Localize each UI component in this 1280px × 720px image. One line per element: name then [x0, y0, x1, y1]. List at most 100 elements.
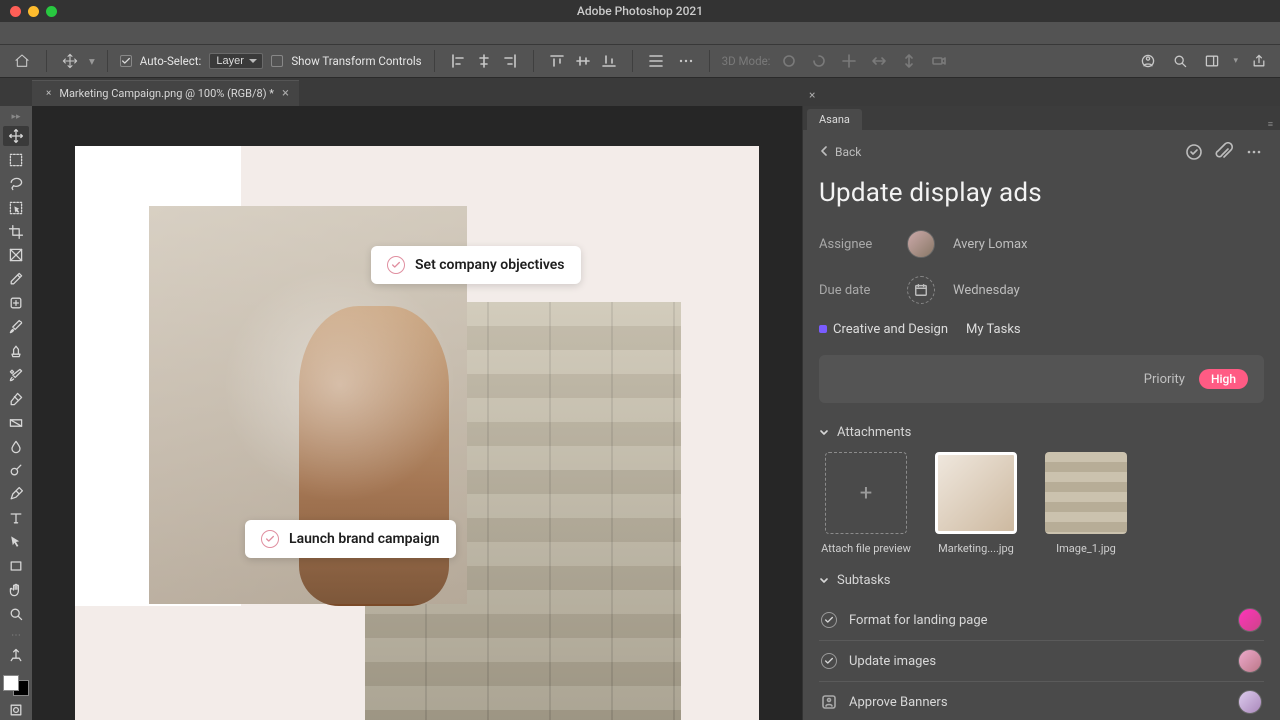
- eyedropper-tool-icon[interactable]: [3, 269, 29, 289]
- color-swatches[interactable]: [3, 675, 29, 697]
- attachment-thumbnail[interactable]: [935, 452, 1017, 534]
- document-tab-label: Marketing Campaign.png @ 100% (RGB/8) *: [59, 87, 274, 100]
- 3d-orbit-icon: [778, 50, 800, 72]
- marquee-tool-icon[interactable]: [3, 150, 29, 170]
- attachment-caption: Marketing....jpg: [938, 542, 1014, 555]
- subtask-label: Update images: [849, 654, 936, 669]
- dodge-tool-icon[interactable]: [3, 460, 29, 480]
- blur-tool-icon[interactable]: [3, 437, 29, 457]
- due-date-value[interactable]: Wednesday: [953, 283, 1020, 298]
- attachment-thumbnail[interactable]: [1045, 452, 1127, 534]
- subtask-label: Format for landing page: [849, 613, 988, 628]
- add-attachment-button[interactable]: +: [825, 452, 907, 534]
- align-vertical-group: [546, 50, 620, 72]
- move-tool-indicator-icon[interactable]: [59, 50, 81, 72]
- align-center-h-icon[interactable]: [473, 50, 495, 72]
- frame-tool-icon[interactable]: [3, 245, 29, 265]
- rectangle-tool-icon[interactable]: [3, 556, 29, 576]
- 3d-mode-label: 3D Mode:: [722, 54, 771, 68]
- move-tool-icon[interactable]: [3, 126, 29, 146]
- align-bottom-icon[interactable]: [598, 50, 620, 72]
- priority-label: Priority: [1144, 372, 1185, 387]
- auto-select-checkbox[interactable]: Auto-Select:: [120, 54, 202, 68]
- zoom-tool-icon[interactable]: [3, 604, 29, 624]
- close-tab-icon[interactable]: ×: [282, 87, 289, 100]
- edit-toolbar-icon[interactable]: [3, 645, 29, 665]
- artboard: Set company objectives Launch brand camp…: [75, 146, 759, 720]
- hand-tool-icon[interactable]: [3, 580, 29, 600]
- crop-tool-icon[interactable]: [3, 222, 29, 242]
- align-center-v-icon[interactable]: [572, 50, 594, 72]
- foreground-color-swatch[interactable]: [3, 675, 19, 691]
- calendar-icon[interactable]: [907, 276, 935, 304]
- options-bar: ▾ Auto-Select: Layer Show Transform Cont…: [0, 44, 1280, 78]
- app-title: Adobe Photoshop 2021: [577, 4, 703, 18]
- workspace-switcher-icon[interactable]: [1201, 50, 1223, 72]
- subtask-row[interactable]: Approve Banners: [819, 682, 1264, 720]
- pen-tool-icon[interactable]: [3, 484, 29, 504]
- check-circle-icon[interactable]: [821, 653, 837, 669]
- path-select-tool-icon[interactable]: [3, 532, 29, 552]
- minimize-window-icon[interactable]: [28, 6, 39, 17]
- align-left-icon[interactable]: [447, 50, 469, 72]
- check-circle-icon: [261, 530, 279, 548]
- lasso-tool-icon[interactable]: [3, 174, 29, 194]
- more-icon[interactable]: [1244, 142, 1264, 162]
- show-transform-checkbox[interactable]: Show Transform Controls: [271, 54, 421, 68]
- clone-stamp-tool-icon[interactable]: [3, 341, 29, 361]
- type-tool-icon[interactable]: [3, 508, 29, 528]
- auto-select-label: Auto-Select:: [140, 54, 202, 68]
- home-icon[interactable]: [10, 49, 34, 73]
- back-label[interactable]: Back: [835, 145, 861, 159]
- subtasks-header[interactable]: Subtasks: [819, 573, 1264, 588]
- auto-select-target-dropdown[interactable]: Layer: [209, 53, 263, 69]
- due-date-label: Due date: [819, 283, 889, 298]
- macos-titlebar: Adobe Photoshop 2021: [0, 0, 1280, 22]
- canvas-area[interactable]: Set company objectives Launch brand camp…: [32, 106, 802, 720]
- align-top-icon[interactable]: [546, 50, 568, 72]
- back-icon[interactable]: [819, 145, 829, 159]
- task-title: Update display ads: [819, 178, 1264, 208]
- object-select-tool-icon[interactable]: [3, 198, 29, 218]
- align-right-icon[interactable]: [499, 50, 521, 72]
- approval-icon[interactable]: [821, 694, 837, 710]
- brush-tool-icon[interactable]: [3, 317, 29, 337]
- priority-row: Priority High: [819, 355, 1264, 403]
- panel-menu-icon[interactable]: ≡: [1268, 119, 1274, 130]
- more-options-icon[interactable]: [675, 50, 697, 72]
- subtask-row[interactable]: Update images: [819, 641, 1264, 682]
- priority-pill[interactable]: High: [1199, 369, 1248, 389]
- close-panel-icon[interactable]: ×: [809, 88, 815, 102]
- healing-brush-tool-icon[interactable]: [3, 293, 29, 313]
- subtask-assignee-avatar[interactable]: [1238, 649, 1262, 673]
- gradient-tool-icon[interactable]: [3, 413, 29, 433]
- subtask-assignee-avatar[interactable]: [1238, 608, 1262, 632]
- project-tag[interactable]: Creative and Design: [819, 322, 948, 337]
- history-brush-tool-icon[interactable]: [3, 365, 29, 385]
- eraser-tool-icon[interactable]: [3, 389, 29, 409]
- cloud-docs-icon[interactable]: [1137, 50, 1159, 72]
- subtask-row[interactable]: Format for landing page: [819, 600, 1264, 641]
- canvas-task-chip-1: Set company objectives: [371, 246, 581, 284]
- panel-tab-asana[interactable]: Asana: [807, 109, 862, 130]
- maximize-window-icon[interactable]: [46, 6, 57, 17]
- menu-bar: .: [0, 22, 1280, 44]
- quick-mask-icon[interactable]: [3, 700, 29, 720]
- assignee-name: Avery Lomax: [953, 237, 1028, 252]
- close-window-icon[interactable]: [10, 6, 21, 17]
- assignee-avatar[interactable]: [907, 230, 935, 258]
- subtask-assignee-avatar[interactable]: [1238, 690, 1262, 714]
- check-circle-icon[interactable]: [821, 612, 837, 628]
- document-tab[interactable]: × Marketing Campaign.png @ 100% (RGB/8) …: [32, 80, 299, 106]
- 3d-slide-icon: [868, 50, 890, 72]
- project-tag-mytasks[interactable]: My Tasks: [966, 322, 1021, 337]
- attachments-header[interactable]: Attachments: [819, 425, 1264, 440]
- mark-complete-icon[interactable]: [1184, 142, 1204, 162]
- attachment-icon[interactable]: [1214, 142, 1234, 162]
- share-icon[interactable]: [1248, 50, 1270, 72]
- show-transform-label: Show Transform Controls: [291, 54, 421, 68]
- chip-label: Launch brand campaign: [289, 531, 440, 547]
- assignee-label: Assignee: [819, 237, 889, 252]
- search-icon[interactable]: [1169, 50, 1191, 72]
- distribute-icon[interactable]: [645, 50, 667, 72]
